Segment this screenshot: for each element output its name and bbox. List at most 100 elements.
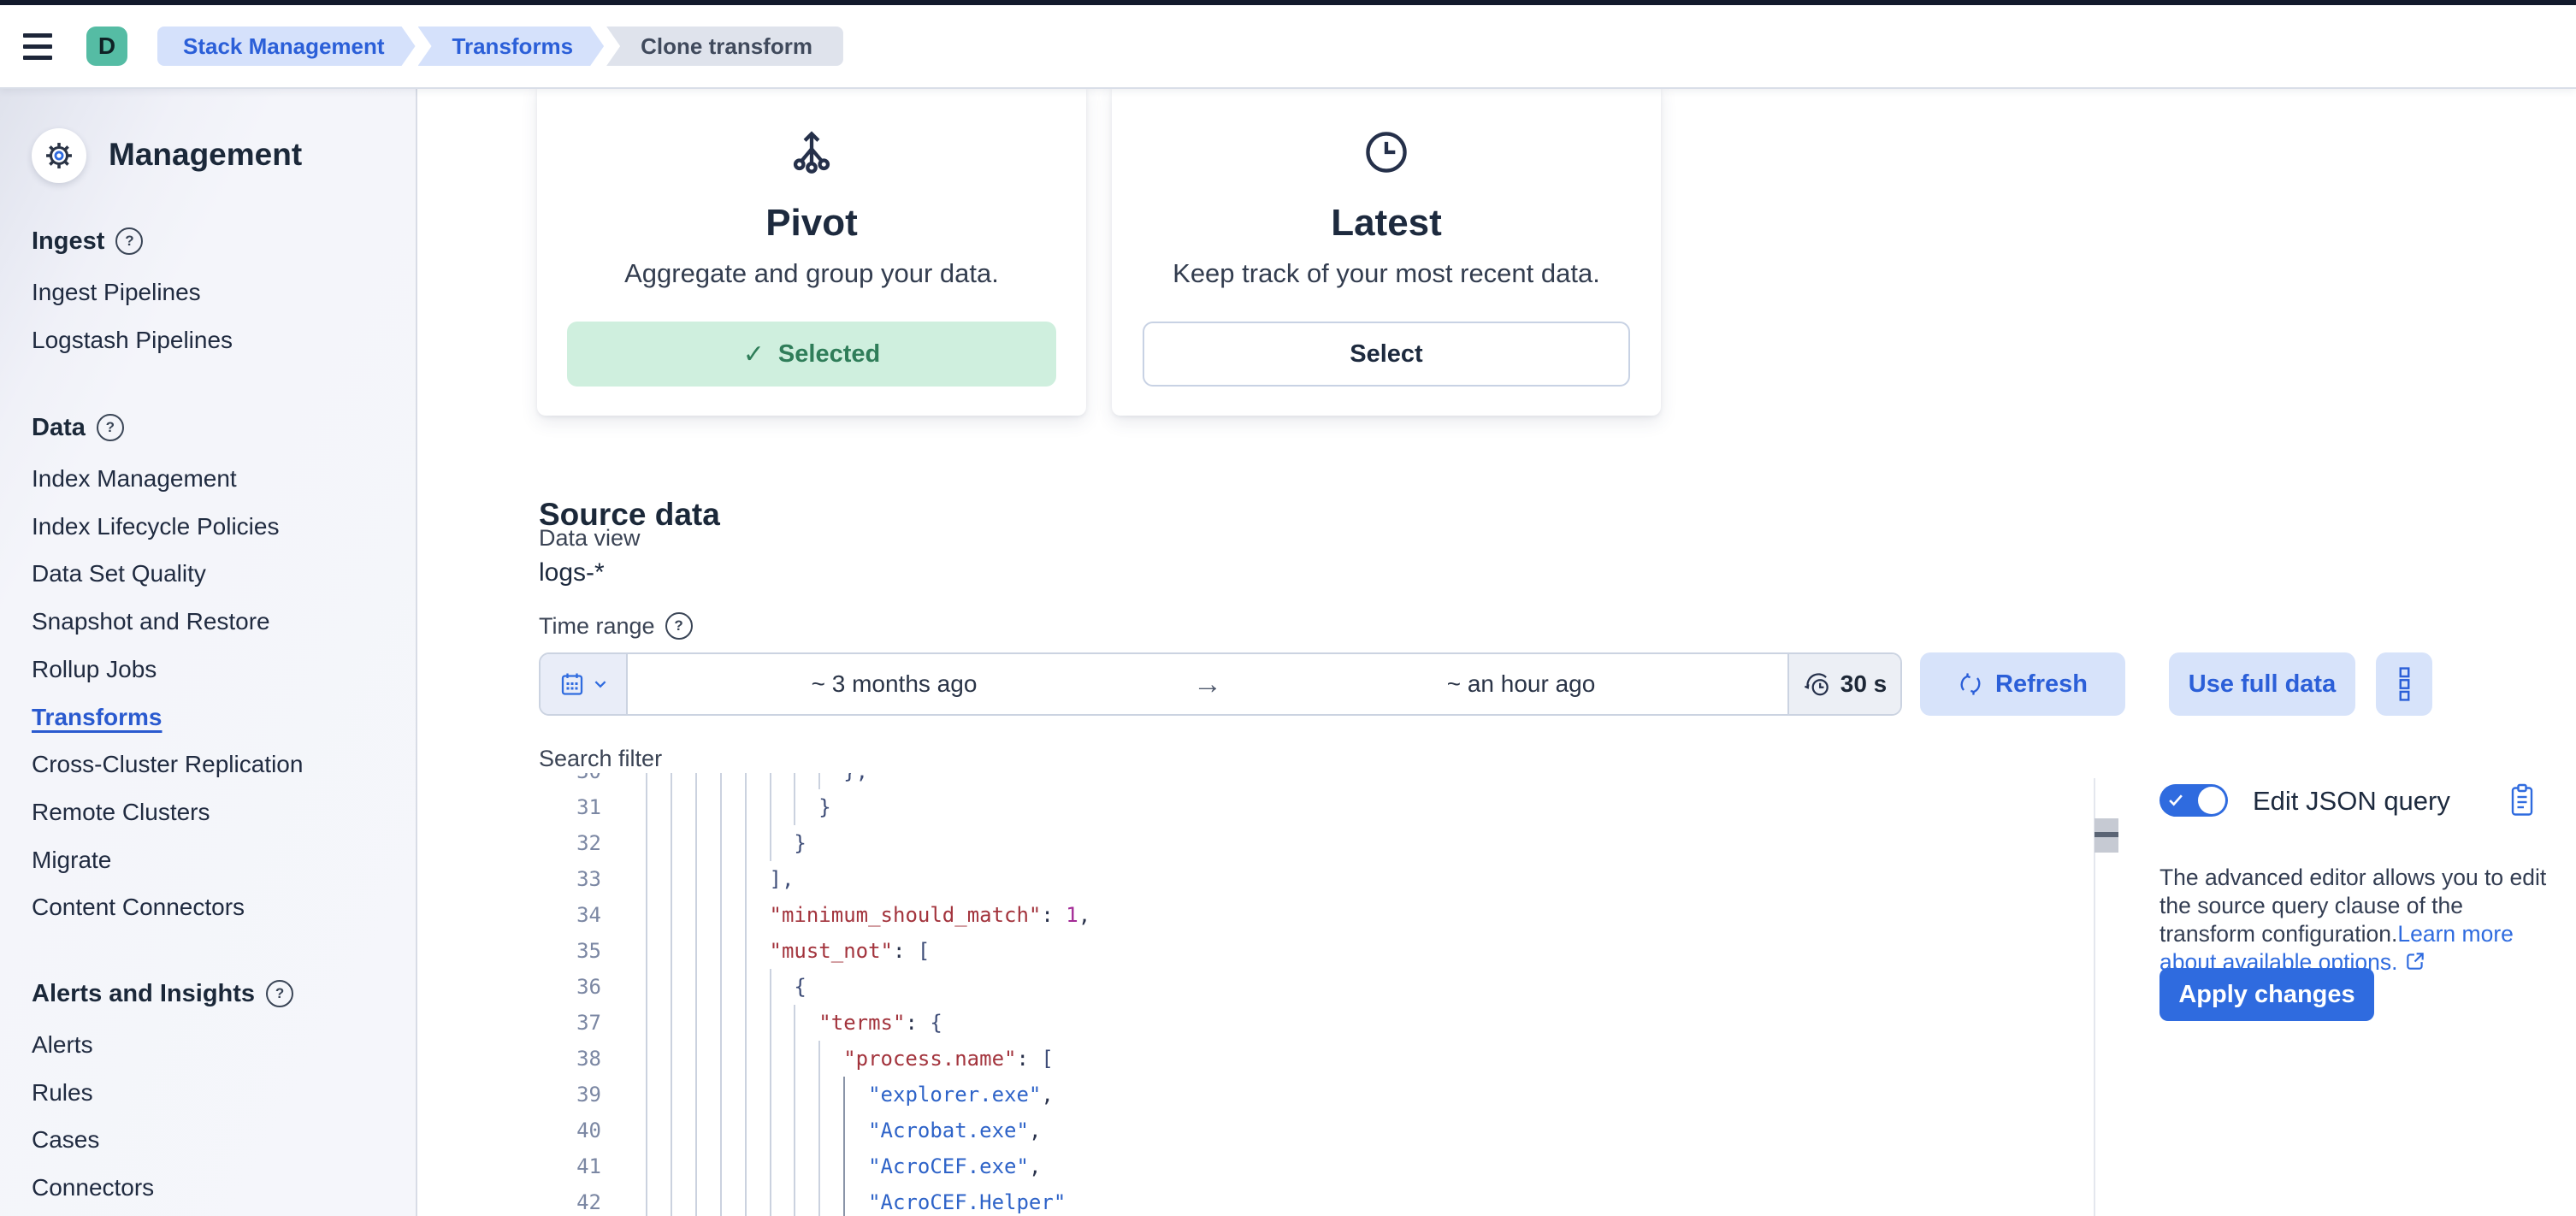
code-line: 39"explorer.exe", xyxy=(417,1077,2128,1113)
sidebar-item-rollup-jobs[interactable]: Rollup Jobs xyxy=(32,651,157,688)
refresh-button[interactable]: Refresh xyxy=(1920,652,2125,716)
line-number: 40 xyxy=(548,1113,601,1148)
code-line: 42"AcroCEF.Helper" xyxy=(417,1184,2128,1216)
sidebar-item-data-set-quality[interactable]: Data Set Quality xyxy=(32,555,206,593)
time-range-picker: ~ 3 months ago → ~ an hour ago 30 s xyxy=(539,652,1902,716)
breadcrumb-stack-management[interactable]: Stack Management xyxy=(157,27,416,66)
indent-guide xyxy=(843,1148,845,1184)
sidebar-item-index-management[interactable]: Index Management xyxy=(32,460,237,498)
latest-select-button[interactable]: Select xyxy=(1143,322,1630,387)
start-date-button[interactable]: ~ 3 months ago xyxy=(628,654,1161,714)
indent-guide xyxy=(745,1077,747,1113)
help-icon[interactable]: ? xyxy=(97,414,124,441)
line-number: 36 xyxy=(548,969,601,1005)
indent-guide xyxy=(720,933,722,969)
line-number: 41 xyxy=(548,1148,601,1184)
sidebar-item-cases[interactable]: Cases xyxy=(32,1121,99,1159)
edit-json-query-toggle[interactable] xyxy=(2159,784,2228,817)
indent-guide xyxy=(745,1184,747,1216)
indent-guide xyxy=(671,825,672,861)
copy-icon[interactable] xyxy=(2509,783,2535,822)
code-line: 34"minimum_should_match": 1, xyxy=(417,897,2128,933)
breadcrumb-transforms[interactable]: Transforms xyxy=(418,27,605,66)
indent-guide xyxy=(671,969,672,1005)
indent-guide xyxy=(646,897,647,933)
indent-guide xyxy=(646,861,647,897)
indent-guide xyxy=(720,1005,722,1041)
sidebar-item-connectors[interactable]: Connectors xyxy=(32,1169,154,1207)
latest-card-title: Latest xyxy=(1331,202,1442,245)
sidebar-item-migrate[interactable]: Migrate xyxy=(32,841,111,879)
refresh-interval-button[interactable]: 30 s xyxy=(1787,654,1900,714)
edit-json-query-label: Edit JSON query xyxy=(2253,786,2450,817)
indent-guide xyxy=(818,1077,820,1113)
indent-guide xyxy=(671,1113,672,1148)
sidebar-item-content-connectors[interactable]: Content Connectors xyxy=(32,888,245,926)
indent-guide xyxy=(646,1005,647,1041)
indent-guide xyxy=(720,1148,722,1184)
boxes-vertical-icon xyxy=(2398,667,2411,701)
indent-guide xyxy=(695,1041,697,1077)
section-label: Ingest xyxy=(32,227,104,256)
indent-guide xyxy=(745,1148,747,1184)
line-number: 37 xyxy=(548,1005,601,1041)
indent-guide xyxy=(720,897,722,933)
sidebar-section-alerts-and-insights: Alerts and Insights? xyxy=(32,975,293,1012)
indent-guide xyxy=(720,1113,722,1148)
indent-guide xyxy=(695,1113,697,1148)
calendar-icon xyxy=(558,670,586,698)
indent-guide xyxy=(671,861,672,897)
indent-guide xyxy=(745,897,747,933)
json-code-editor[interactable]: 30},31}32}33],34"minimum_should_match": … xyxy=(417,773,2128,1216)
help-icon[interactable]: ? xyxy=(115,227,143,255)
indent-guide xyxy=(770,1005,771,1041)
indent-guide xyxy=(818,773,820,789)
indent-guide xyxy=(646,789,647,825)
indent-guide xyxy=(770,1148,771,1184)
pivot-card-title: Pivot xyxy=(765,202,858,245)
toggle-check-icon xyxy=(2169,794,2183,806)
indent-guide xyxy=(745,1041,747,1077)
sidebar-item-snapshot-and-restore[interactable]: Snapshot and Restore xyxy=(32,603,270,640)
indent-guide xyxy=(646,1077,647,1113)
date-quick-select-button[interactable] xyxy=(541,654,628,714)
indent-guide xyxy=(671,1005,672,1041)
indent-guide xyxy=(720,789,722,825)
indent-guide xyxy=(770,1041,771,1077)
space-avatar[interactable]: D xyxy=(86,27,127,66)
indent-guide xyxy=(646,969,647,1005)
help-icon[interactable]: ? xyxy=(665,612,693,640)
use-full-data-button[interactable]: Use full data xyxy=(2169,652,2355,716)
indent-guide xyxy=(794,1184,795,1216)
sidebar-item-remote-clusters[interactable]: Remote Clusters xyxy=(32,794,210,831)
indent-guide xyxy=(843,1077,845,1113)
sidebar-item-cross-cluster-replication[interactable]: Cross-Cluster Replication xyxy=(32,746,303,783)
sidebar-item-logstash-pipelines[interactable]: Logstash Pipelines xyxy=(32,322,233,359)
menu-icon[interactable] xyxy=(23,33,52,60)
indent-guide xyxy=(671,1041,672,1077)
line-number: 38 xyxy=(548,1041,601,1077)
indent-guide xyxy=(794,1005,795,1041)
indent-guide xyxy=(770,969,771,1005)
pivot-card: Pivot Aggregate and group your data. ✓Se… xyxy=(537,89,1086,416)
indent-guide xyxy=(794,773,795,789)
line-number: 34 xyxy=(548,897,601,933)
code-line: 33], xyxy=(417,861,2128,897)
more-options-button[interactable] xyxy=(2376,652,2432,716)
sidebar-item-index-lifecycle-policies[interactable]: Index Lifecycle Policies xyxy=(32,508,279,546)
top-navigation-bar: D Stack ManagementTransformsClone transf… xyxy=(0,5,2576,89)
help-icon[interactable]: ? xyxy=(266,980,293,1007)
indent-guide xyxy=(770,1184,771,1216)
apply-changes-button[interactable]: Apply changes xyxy=(2159,968,2374,1021)
pivot-selected-button[interactable]: ✓Selected xyxy=(567,322,1056,387)
indent-guide xyxy=(695,1184,697,1216)
sidebar-item-ingest-pipelines[interactable]: Ingest Pipelines xyxy=(32,274,201,311)
sidebar-item-rules[interactable]: Rules xyxy=(32,1074,93,1112)
indent-guide xyxy=(770,825,771,861)
pivot-card-description: Aggregate and group your data. xyxy=(624,258,999,289)
sidebar-item-transforms[interactable]: Transforms xyxy=(32,699,162,736)
indent-guide xyxy=(770,789,771,825)
sidebar-item-alerts[interactable]: Alerts xyxy=(32,1026,93,1064)
end-date-button[interactable]: ~ an hour ago xyxy=(1255,654,1787,714)
indent-guide xyxy=(646,1148,647,1184)
